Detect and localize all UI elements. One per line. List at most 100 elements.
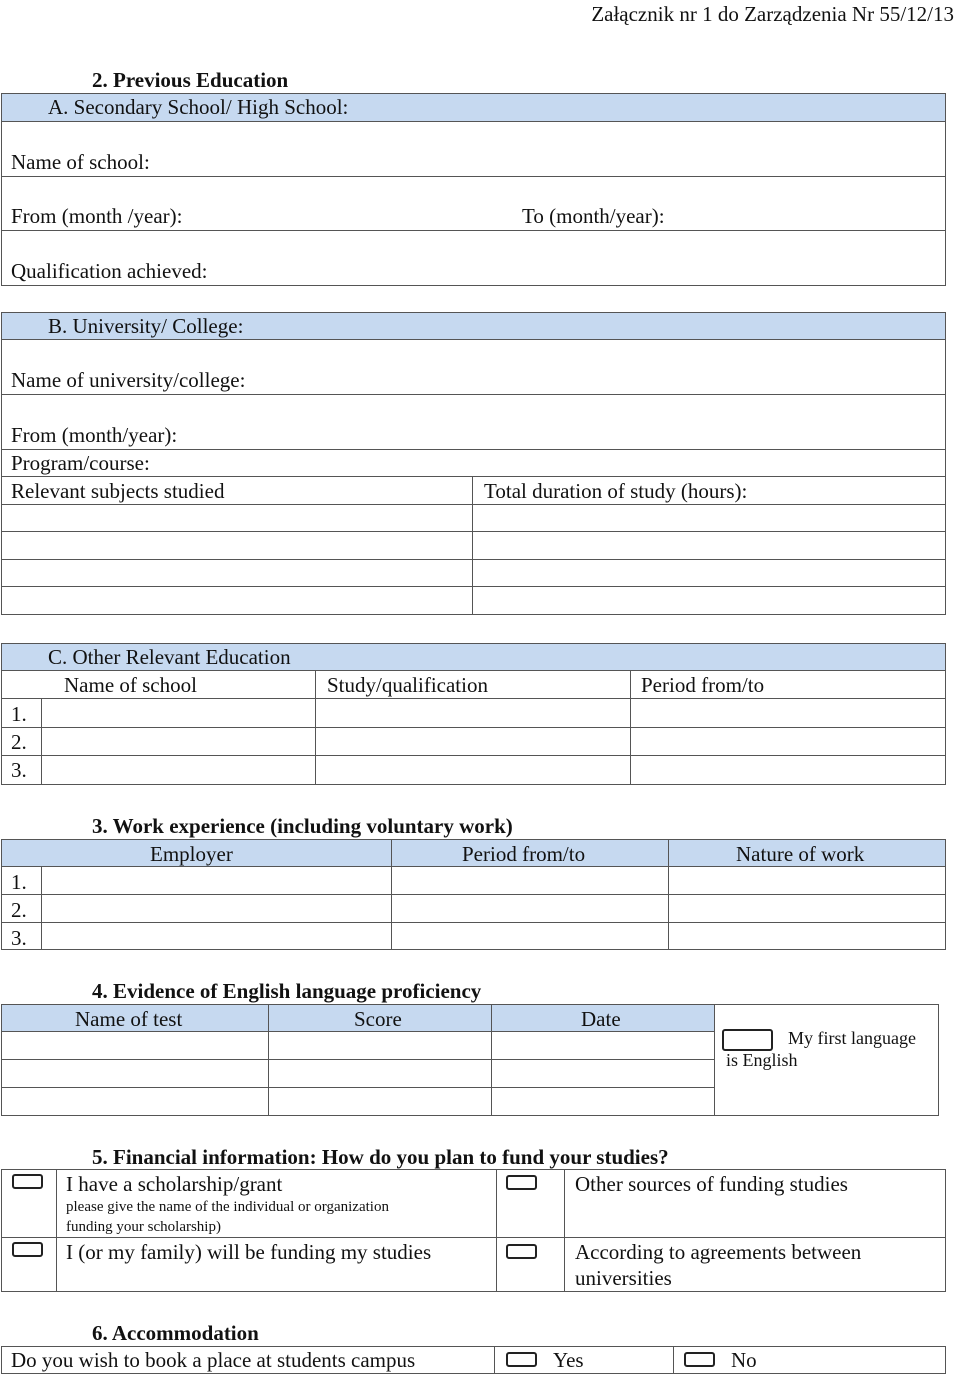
other-sources-checkbox[interactable] [506, 1175, 537, 1190]
nature-of-work-field-3[interactable] [670, 923, 945, 949]
university-agreements-label-line1: According to agreements between [575, 1240, 862, 1264]
other-study-field-2[interactable] [317, 728, 629, 754]
other-study-field-3[interactable] [317, 756, 629, 784]
divider [496, 1169, 497, 1292]
col-employer: Employer [150, 842, 233, 866]
other-period-field-2[interactable] [632, 728, 945, 754]
test-name-field-1[interactable] [2, 1032, 267, 1058]
employer-field-2[interactable] [43, 895, 390, 921]
divider [714, 1004, 715, 1116]
employer-field-1[interactable] [43, 867, 390, 893]
scholarship-checkbox[interactable] [12, 1174, 43, 1189]
university-agreements-checkbox[interactable] [506, 1244, 537, 1259]
duration-field-3[interactable] [474, 560, 945, 586]
divider [391, 839, 392, 950]
other-school-field-1[interactable] [43, 699, 314, 726]
other-period-field-1[interactable] [632, 699, 945, 726]
family-funding-label: I (or my family) will be funding my stud… [66, 1240, 432, 1264]
work-period-field-3[interactable] [393, 923, 667, 949]
row-number: 3. [11, 758, 27, 782]
scholarship-label: I have a scholarship/grant [66, 1172, 283, 1196]
row-number: 1. [11, 870, 27, 894]
university-agreements-label-line2: universities [575, 1266, 672, 1290]
scholarship-note-line1: please give the name of the individual o… [66, 1199, 389, 1215]
row-number: 1. [11, 702, 27, 726]
accommodation-no-label: No [731, 1348, 757, 1372]
family-funding-checkbox[interactable] [12, 1242, 43, 1257]
divider [1, 1237, 946, 1238]
divider [56, 1169, 57, 1292]
test-score-field-1[interactable] [270, 1032, 490, 1058]
subject-field-2[interactable] [2, 532, 471, 558]
employer-field-3[interactable] [43, 923, 390, 949]
subject-field-1[interactable] [2, 505, 471, 531]
university-title: B. University/ College: [48, 314, 244, 338]
col-period: Period from/to [641, 673, 765, 697]
nature-of-work-field-2[interactable] [670, 895, 945, 921]
accommodation-yes-label: Yes [553, 1348, 584, 1372]
secondary-school-title: A. Secondary School/ High School: [48, 95, 349, 119]
subject-field-4[interactable] [2, 587, 471, 614]
work-period-field-2[interactable] [393, 895, 667, 921]
other-sources-label: Other sources of funding studies [575, 1172, 848, 1196]
divider [564, 1169, 565, 1292]
col-study-qualification: Study/qualification [327, 673, 488, 697]
program-label: Program/course: [11, 451, 150, 475]
work-period-field-1[interactable] [393, 867, 667, 893]
row-number: 3. [11, 926, 27, 950]
other-education-title: C. Other Relevant Education [48, 645, 291, 669]
work-experience-title: 3. Work experience (including voluntary … [92, 814, 513, 838]
other-school-field-3[interactable] [43, 756, 314, 784]
scholarship-note-line2: funding your scholarship) [66, 1219, 221, 1235]
test-date-field-1[interactable] [493, 1032, 713, 1058]
accommodation-no-checkbox[interactable] [684, 1352, 715, 1367]
divider [1, 670, 946, 671]
first-language-label-line2: is English [726, 1050, 798, 1070]
secondary-from-label: From (month /year): [11, 204, 183, 228]
first-language-label-line1: My first language [788, 1028, 916, 1048]
university-from-label: From (month/year): [11, 423, 178, 447]
accommodation-title: 6. Accommodation [92, 1321, 259, 1345]
col-score: Score [354, 1007, 402, 1031]
financial-info-title: 5. Financial information: How do you pla… [92, 1145, 669, 1169]
divider [491, 1004, 492, 1116]
subjects-label: Relevant subjects studied [11, 479, 225, 503]
duration-field-2[interactable] [474, 532, 945, 558]
divider [494, 1346, 495, 1374]
english-proficiency-title: 4. Evidence of English language proficie… [92, 979, 482, 1003]
university-name-label: Name of university/college: [11, 368, 246, 392]
test-name-field-2[interactable] [2, 1060, 267, 1086]
row-number: 2. [11, 898, 27, 922]
divider [668, 839, 669, 950]
first-language-english-checkbox[interactable] [722, 1029, 773, 1051]
col-period: Period from/to [462, 842, 586, 866]
subject-field-3[interactable] [2, 560, 471, 586]
duration-field-1[interactable] [474, 505, 945, 531]
divider [268, 1004, 269, 1116]
divider [472, 476, 473, 615]
divider [315, 670, 316, 785]
test-name-field-3[interactable] [2, 1088, 267, 1115]
secondary-to-label: To (month/year): [522, 204, 665, 228]
duration-label: Total duration of study (hours): [484, 479, 748, 503]
test-score-field-2[interactable] [270, 1060, 490, 1086]
other-study-field-1[interactable] [317, 699, 629, 726]
qualification-label: Qualification achieved: [11, 259, 208, 283]
col-name-of-school: Name of school [64, 673, 197, 697]
nature-of-work-field-1[interactable] [670, 867, 945, 893]
divider [673, 1346, 674, 1374]
test-score-field-3[interactable] [270, 1088, 490, 1115]
test-date-field-2[interactable] [493, 1060, 713, 1086]
section-previous-education-title: 2. Previous Education [92, 68, 289, 92]
other-school-field-2[interactable] [43, 728, 314, 754]
test-date-field-3[interactable] [493, 1088, 713, 1115]
other-period-field-3[interactable] [632, 756, 945, 784]
row-number: 2. [11, 730, 27, 754]
divider [1, 476, 946, 477]
col-nature-of-work: Nature of work [736, 842, 865, 866]
accommodation-yes-checkbox[interactable] [506, 1352, 537, 1367]
col-name-of-test: Name of test [75, 1007, 183, 1031]
divider [41, 866, 42, 950]
accommodation-question: Do you wish to book a place at students … [11, 1348, 416, 1372]
duration-field-4[interactable] [474, 587, 945, 614]
